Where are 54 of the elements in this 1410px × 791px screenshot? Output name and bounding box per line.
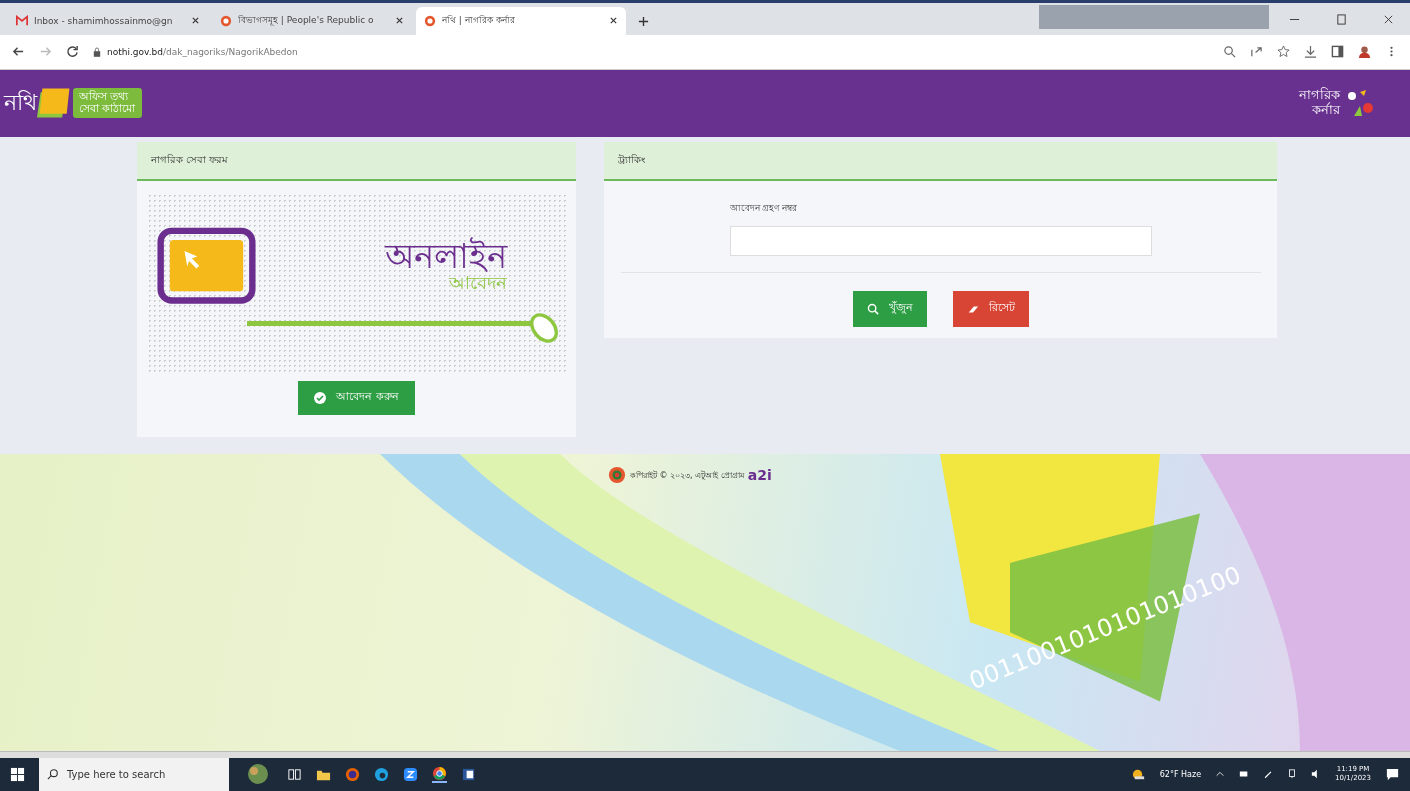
browser-tab[interactable]: বিভাগসমূহ | People's Republic o [212, 6, 412, 35]
copyright-text: কপিরাইট © ২০২৩, এটুআই প্রোগ্রাম [630, 469, 744, 482]
share-icon[interactable] [1250, 45, 1263, 59]
download-icon[interactable] [1304, 45, 1317, 59]
browser-tab[interactable]: নথি | নাগরিক কর্নার [416, 6, 626, 35]
weather-text[interactable]: 62°F Haze [1159, 770, 1202, 779]
reload-icon[interactable] [66, 45, 79, 59]
emblem-icon [220, 14, 232, 27]
start-icon[interactable] [10, 767, 25, 782]
mail-icon [16, 14, 28, 27]
reset-button[interactable]: রিসেট [952, 290, 1029, 327]
corner-logo-text: নাগরিক কর্নার [1299, 88, 1340, 119]
close-icon[interactable] [395, 16, 404, 26]
pen-icon[interactable] [1263, 769, 1274, 780]
browser-icon[interactable] [374, 767, 389, 782]
browser-tab[interactable]: Inbox - shamimhossainmo@gn [8, 6, 208, 35]
horizontal-scrollbar[interactable] [0, 751, 1410, 758]
card-title: নাগরিক সেবা ফরম [151, 152, 229, 167]
zoom-icon[interactable] [1223, 45, 1236, 59]
tab-title: বিভাগসমূহ | People's Republic o [238, 14, 375, 28]
tab-title: Inbox - shamimhossainmo@gn [34, 15, 174, 26]
illustration-headline: অনলাইন [384, 238, 507, 273]
lock-icon [93, 46, 101, 57]
emblem-icon [424, 14, 436, 27]
a2i-logo: a2i [747, 467, 772, 484]
notification-icon[interactable] [1385, 767, 1400, 782]
browser-icon[interactable] [432, 766, 447, 783]
profile-avatar-icon[interactable] [1358, 45, 1371, 59]
emblem-icon [608, 466, 626, 485]
document-icon[interactable] [461, 767, 476, 782]
taskbar-search-field[interactable]: Type here to search [39, 758, 229, 791]
site-logo[interactable]: নথি অফিস তথ্য সেবা কাঠামো [4, 84, 142, 122]
task-view-icon[interactable] [287, 767, 302, 782]
field-label: আবেদন গ্রহণ নম্বর [729, 201, 799, 215]
weather-icon[interactable] [1130, 767, 1146, 782]
video-call-icon[interactable] [403, 767, 418, 782]
star-icon[interactable] [1277, 45, 1290, 59]
logo-tagline: অফিস তথ্য সেবা কাঠামো [73, 88, 142, 119]
close-icon[interactable] [191, 16, 200, 26]
card-title: ট্র্যাকিং [618, 152, 645, 167]
search-icon [47, 768, 59, 781]
browser-icon[interactable] [345, 767, 360, 782]
corner-logo[interactable]: নাগরিক কর্নার [1299, 88, 1374, 119]
new-tab-icon[interactable] [638, 15, 649, 27]
check-circle-icon [314, 391, 327, 404]
illustration-subline: আবেদন [448, 271, 507, 295]
search-icon [866, 302, 879, 315]
application-number-field[interactable] [729, 225, 1152, 256]
close-icon[interactable] [609, 16, 618, 26]
battery-icon[interactable] [1239, 769, 1250, 780]
maximize-icon[interactable] [1336, 13, 1347, 25]
close-icon[interactable] [1383, 13, 1394, 25]
tab-title: নথি | নাগরিক কর্নার [442, 14, 516, 28]
side-panel-icon[interactable] [1331, 45, 1344, 59]
